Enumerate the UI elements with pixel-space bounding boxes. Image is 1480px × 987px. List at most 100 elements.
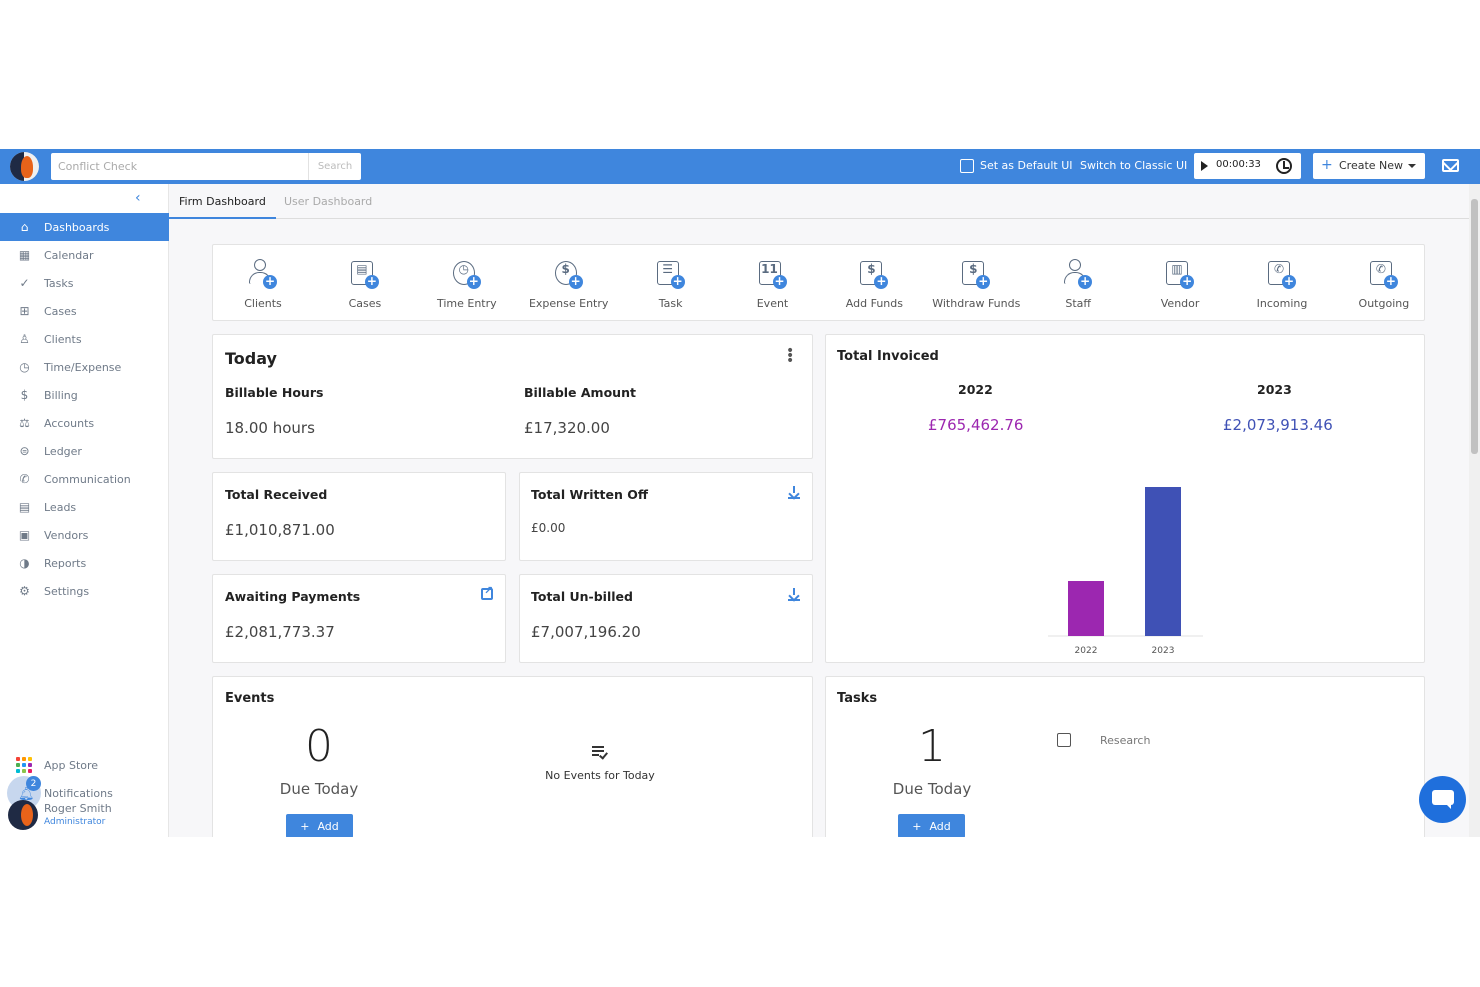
sidebar-item-communication[interactable]: ✆ Communication bbox=[0, 465, 169, 493]
quick-action-incoming[interactable]: ✆ + Incoming bbox=[1232, 245, 1332, 322]
sidebar-item-settings[interactable]: ⚙ Settings bbox=[0, 577, 169, 605]
tasks-count: 1 bbox=[918, 721, 946, 772]
quick-action-vendor[interactable]: ▥ + Vendor bbox=[1130, 245, 1230, 322]
app-store-link[interactable]: App Store bbox=[0, 751, 169, 779]
tasks-title: Tasks bbox=[837, 691, 878, 706]
add-event-button[interactable]: + Add bbox=[286, 814, 353, 837]
sidebar-item-label: Vendors bbox=[44, 528, 89, 542]
sidebar-item-time-expense[interactable]: ◷ Time/Expense bbox=[0, 353, 169, 381]
sidebar-item-billing[interactable]: $ Billing bbox=[0, 381, 169, 409]
chart-bar-2023[interactable] bbox=[1145, 487, 1181, 636]
switch-classic-link[interactable]: Switch to Classic UI bbox=[1080, 159, 1187, 172]
chat-icon bbox=[1432, 790, 1454, 809]
quick-action-time-entry[interactable]: ◷ + Time Entry bbox=[417, 245, 517, 322]
quick-actions-bar: + Clients ▤ + Cases ◷ + Time Entry $ + Expense Ent… bbox=[212, 244, 1425, 321]
sidebar-item-accounts[interactable]: ⚖ Accounts bbox=[0, 409, 169, 437]
set-default-label[interactable]: Set as Default UI bbox=[980, 159, 1073, 172]
sidebar-item-label: Accounts bbox=[44, 416, 95, 430]
app-window: Search Set as Default UI Switch to Class… bbox=[0, 149, 1480, 837]
sidebar-nav: ⌂ Dashboards ▦ Calendar ✓ Tasks ⊞ Cases ♙ Clients… bbox=[0, 213, 169, 605]
timer-value: 00:00:33 bbox=[1216, 159, 1261, 170]
chat-button[interactable] bbox=[1419, 776, 1466, 823]
quick-action-clients[interactable]: + Clients bbox=[213, 245, 313, 322]
user-profile[interactable]: Roger Smith Administrator bbox=[8, 800, 112, 830]
quick-action-expense-entry[interactable]: $ + Expense Entry bbox=[519, 245, 619, 322]
external-link-icon[interactable] bbox=[481, 584, 493, 600]
plus-icon: + bbox=[300, 819, 310, 833]
sidebar-item-dashboards[interactable]: ⌂ Dashboards bbox=[0, 213, 169, 241]
add-event-icon: 11 + bbox=[755, 257, 789, 291]
no-events-text: No Events for Today bbox=[545, 769, 655, 782]
sidebar: ‹ ⌂ Dashboards ▦ Calendar ✓ Tasks ⊞ Cases ♙ Clien… bbox=[0, 184, 169, 837]
download-icon[interactable] bbox=[788, 486, 800, 499]
briefcase-icon: ⊞ bbox=[19, 304, 30, 318]
incoming-call-icon: ✆ + bbox=[1264, 257, 1298, 291]
create-new-button[interactable]: + Create New bbox=[1313, 153, 1425, 179]
events-title: Events bbox=[225, 691, 275, 706]
sidebar-item-cases[interactable]: ⊞ Cases bbox=[0, 297, 169, 325]
download-icon[interactable] bbox=[788, 588, 800, 601]
play-icon[interactable] bbox=[1201, 161, 1208, 171]
chart-bar-2022[interactable] bbox=[1068, 581, 1104, 636]
add-staff-icon: + bbox=[1060, 257, 1094, 291]
quick-action-add-funds[interactable]: $ + Add Funds bbox=[824, 245, 924, 322]
set-default-checkbox[interactable] bbox=[960, 159, 974, 173]
quick-action-label: Vendor bbox=[1160, 297, 1200, 310]
conflict-check-input[interactable] bbox=[51, 153, 308, 180]
sidebar-item-leads[interactable]: ▤ Leads bbox=[0, 493, 169, 521]
sidebar-item-ledger[interactable]: ⊜ Ledger bbox=[0, 437, 169, 465]
clock-icon[interactable] bbox=[1276, 158, 1292, 174]
sidebar-item-vendors[interactable]: ▣ Vendors bbox=[0, 521, 169, 549]
add-task-button[interactable]: + Add bbox=[898, 814, 965, 837]
sidebar-item-reports[interactable]: ◑ Reports bbox=[0, 549, 169, 577]
total-invoiced-card: Total Invoiced 2022 £765,462.76 2023 £2,… bbox=[825, 334, 1425, 663]
more-options-icon[interactable]: • • • bbox=[786, 344, 794, 368]
tasks-due-label: Due Today bbox=[892, 780, 972, 798]
vertical-scrollbar[interactable] bbox=[1469, 184, 1480, 837]
conflict-check-search: Search bbox=[51, 153, 361, 180]
tab-user-dashboard[interactable]: User Dashboard bbox=[284, 184, 372, 219]
settings-icon: ⚙ bbox=[19, 584, 30, 598]
tasks-card: Tasks 1 Due Today + Add Research bbox=[825, 676, 1425, 837]
quick-action-withdraw-funds[interactable]: $ + Withdraw Funds bbox=[926, 245, 1026, 322]
add-client-icon: + bbox=[245, 257, 279, 291]
total-unbilled-card: Total Un-billed £7,007,196.20 bbox=[519, 574, 813, 663]
quick-action-label: Add Funds bbox=[845, 297, 903, 310]
quick-action-cases[interactable]: ▤ + Cases bbox=[315, 245, 415, 322]
search-button[interactable]: Search bbox=[308, 153, 361, 180]
clients-icon: ♙ bbox=[19, 332, 30, 346]
tab-firm-dashboard[interactable]: Firm Dashboard bbox=[169, 184, 276, 219]
mail-icon[interactable] bbox=[1442, 159, 1459, 172]
quick-action-task[interactable]: ☰ + Task bbox=[621, 245, 721, 322]
add-task-label: Add bbox=[929, 819, 951, 833]
top-bar: Search Set as Default UI Switch to Class… bbox=[0, 149, 1480, 184]
app-logo[interactable] bbox=[10, 152, 39, 181]
collapse-sidebar-icon[interactable]: ‹ bbox=[135, 190, 141, 206]
today-title: Today bbox=[225, 349, 277, 368]
add-time-entry-icon: ◷ + bbox=[449, 257, 483, 291]
sidebar-item-tasks[interactable]: ✓ Tasks bbox=[0, 269, 169, 297]
home-icon: ⌂ bbox=[20, 220, 29, 234]
quick-action-label: Cases bbox=[348, 297, 382, 310]
billing-icon: $ bbox=[20, 388, 29, 402]
total-written-off-value: £0.00 bbox=[531, 521, 566, 535]
task-item-label[interactable]: Research bbox=[1100, 734, 1150, 747]
quick-action-label: Withdraw Funds bbox=[932, 297, 1021, 310]
quick-action-staff[interactable]: + Staff bbox=[1028, 245, 1128, 322]
quick-action-outgoing[interactable]: ✆ + Outgoing bbox=[1334, 245, 1434, 322]
quick-action-label: Clients bbox=[244, 297, 282, 310]
scrollbar-thumb[interactable] bbox=[1471, 199, 1478, 454]
chart-tick-label: 2022 bbox=[1075, 646, 1098, 656]
accounts-icon: ⚖ bbox=[19, 416, 30, 430]
sidebar-item-calendar[interactable]: ▦ Calendar bbox=[0, 241, 169, 269]
total-written-off-card: Total Written Off £0.00 bbox=[519, 472, 813, 561]
add-case-icon: ▤ + bbox=[347, 257, 381, 291]
sidebar-item-label: Cases bbox=[44, 304, 77, 318]
quick-action-event[interactable]: 11 + Event bbox=[723, 245, 823, 322]
phone-icon: ✆ bbox=[19, 472, 30, 486]
sidebar-item-clients[interactable]: ♙ Clients bbox=[0, 325, 169, 353]
withdraw-funds-icon: $ + bbox=[958, 257, 992, 291]
plus-icon: + bbox=[1321, 157, 1333, 173]
sidebar-item-label: Ledger bbox=[44, 444, 82, 458]
task-checkbox[interactable] bbox=[1057, 733, 1071, 747]
